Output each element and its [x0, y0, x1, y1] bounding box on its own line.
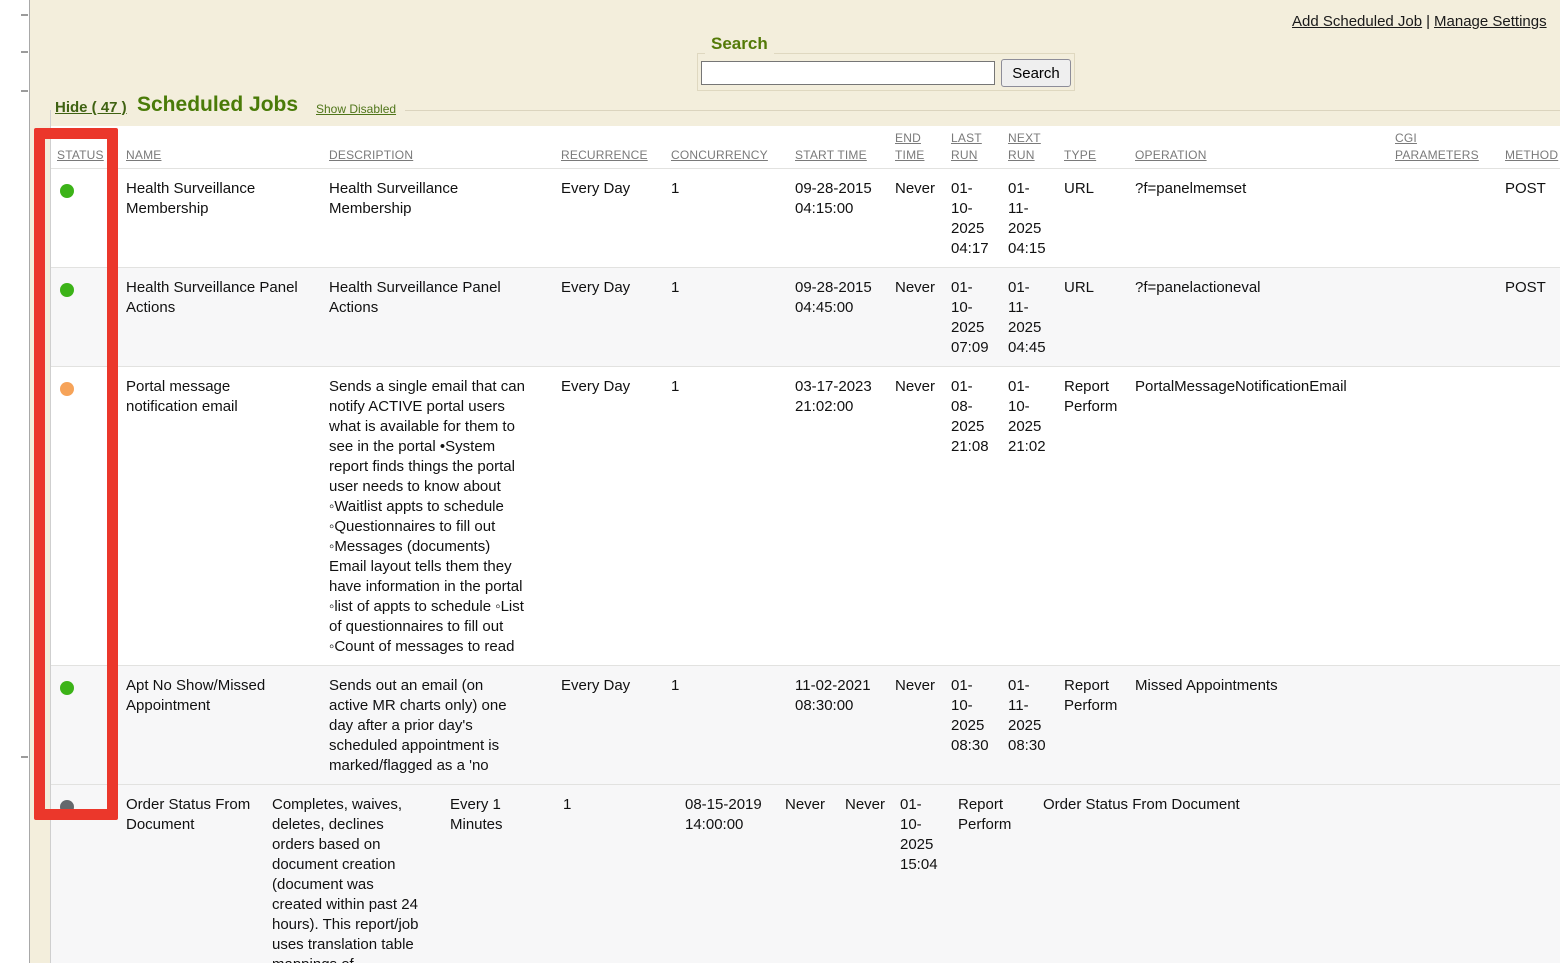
cell-last-run: 01- 08- 2025 21:08 [951, 377, 1008, 657]
header-method[interactable]: METHOD [1505, 147, 1560, 164]
status-dot-orange [60, 382, 74, 396]
cell-start-time: 03-17-2023 21:02:00 [795, 377, 895, 657]
cell-end-time: Never [895, 676, 951, 776]
cell-operation: PortalMessageNotificationEmail [1135, 377, 1395, 657]
cell-type: URL [1064, 278, 1135, 358]
cell-concurrency: 1 [563, 795, 685, 963]
splitter-tick [21, 51, 28, 53]
cell-next-run: 01- 10- 2025 15:04 [900, 795, 958, 963]
cell-concurrency: 1 [671, 676, 795, 776]
cell-end-time: Never [895, 278, 951, 358]
cell-type: Report Perform [958, 795, 1043, 963]
cell-concurrency: 1 [671, 278, 795, 358]
header-status[interactable]: STATUS [51, 147, 126, 164]
table-row: Apt No Show/Missed Appointment Sends out… [51, 665, 1560, 784]
header-end-time[interactable]: END TIME [895, 130, 951, 164]
cell-recurrence: Every Day [561, 278, 671, 358]
header-recurrence[interactable]: RECURRENCE [561, 147, 671, 164]
header-operation[interactable]: OPERATION [1135, 147, 1395, 164]
cell-recurrence: Every 1 Minutes [450, 795, 563, 963]
cell-recurrence: Every Day [561, 377, 671, 657]
header-type[interactable]: TYPE [1064, 147, 1135, 164]
cell-cgi-parameters [1395, 278, 1505, 358]
cell-end-time: Never [895, 179, 951, 259]
cell-description: Health Surveillance Panel Actions [329, 278, 561, 358]
search-input[interactable] [701, 61, 995, 85]
cell-concurrency: 1 [671, 377, 795, 657]
status-dot-green [60, 184, 74, 198]
link-separator: | [1426, 13, 1430, 30]
header-last-run[interactable]: LAST RUN [951, 130, 1008, 164]
cell-start-time: 11-02-2021 08:30:00 [795, 676, 895, 776]
cell-type: Report Perform [1064, 377, 1135, 657]
table-row: Portal message notification email Sends … [51, 366, 1560, 665]
cell-description: Completes, waives, deletes, declines ord… [272, 795, 450, 963]
cell-last-run: Never [845, 795, 900, 963]
cell-operation: ?f=panelmemset [1135, 179, 1395, 259]
cell-start-time: 09-28-2015 04:45:00 [795, 278, 895, 358]
page-title: Scheduled Jobs [137, 93, 298, 117]
table-header-row: STATUS NAME DESCRIPTION RECURRENCE CONCU… [51, 126, 1560, 168]
search-legend: Search [705, 34, 774, 54]
cell-name: Health Surveillance Membership [126, 179, 329, 259]
manage-settings-link[interactable]: Manage Settings [1434, 13, 1547, 30]
search-button[interactable]: Search [1001, 59, 1071, 87]
cell-method: POST [1505, 278, 1560, 358]
cell-method [1505, 377, 1560, 657]
top-action-links: Add Scheduled Job|Manage Settings [1292, 13, 1547, 30]
cell-last-run: 01- 10- 2025 07:09 [951, 278, 1008, 358]
cell-end-time: Never [785, 795, 845, 963]
header-name[interactable]: NAME [126, 147, 329, 164]
table-row: Health Surveillance Membership Health Su… [51, 168, 1560, 267]
table-row: Order Status From Document Completes, wa… [51, 784, 1560, 963]
cell-description: Sends out an email (on active MR charts … [329, 676, 561, 776]
header-next-run[interactable]: NEXT RUN [1008, 130, 1064, 164]
status-dot-green [60, 681, 74, 695]
cell-start-time: 09-28-2015 04:15:00 [795, 179, 895, 259]
cell-cgi-parameters [1395, 676, 1505, 776]
cell-next-run: 01- 11- 2025 04:45 [1008, 278, 1064, 358]
cell-operation: Missed Appointments [1135, 676, 1395, 776]
cell-operation: ?f=panelactioneval [1135, 278, 1395, 358]
cell-method [1505, 676, 1560, 776]
header-cgi-parameters[interactable]: CGI PARAMETERS [1395, 130, 1505, 164]
cell-name: Portal message notification email [126, 377, 329, 657]
add-scheduled-job-link[interactable]: Add Scheduled Job [1292, 13, 1422, 30]
hide-count-link[interactable]: Hide ( 47 ) [55, 99, 127, 116]
cell-method: POST [1505, 179, 1560, 259]
scheduled-jobs-table: STATUS NAME DESCRIPTION RECURRENCE CONCU… [51, 126, 1560, 963]
cell-cgi-parameters [1395, 377, 1505, 657]
cell-concurrency: 1 [671, 179, 795, 259]
cell-start-time: 08-15-2019 14:00:00 [685, 795, 785, 963]
status-dot-green [60, 283, 74, 297]
cell-name: Health Surveillance Panel Actions [126, 278, 329, 358]
header-description[interactable]: DESCRIPTION [329, 147, 561, 164]
cell-name: Order Status From Document [126, 795, 272, 963]
jobs-panel-header: Hide ( 47 ) Scheduled Jobs Show Disabled [0, 92, 1560, 120]
cell-description: Sends a single email that can notify ACT… [329, 377, 561, 657]
header-start-time[interactable]: START TIME [795, 147, 895, 164]
splitter-tick [21, 756, 28, 758]
splitter-tick [21, 14, 28, 16]
cell-cgi-parameters [1395, 179, 1505, 259]
cell-description: Health Surveillance Membership [329, 179, 561, 259]
frame-splitter[interactable] [0, 0, 30, 963]
show-disabled-link[interactable]: Show Disabled [316, 102, 396, 116]
status-dot-gray [60, 800, 74, 814]
cell-end-time: Never [895, 377, 951, 657]
cell-next-run: 01- 11- 2025 04:15 [1008, 179, 1064, 259]
cell-last-run: 01- 10- 2025 04:17 [951, 179, 1008, 259]
cell-recurrence: Every Day [561, 676, 671, 776]
cell-type: URL [1064, 179, 1135, 259]
fieldset-border-line [405, 110, 1560, 111]
header-concurrency[interactable]: CONCURRENCY [671, 147, 795, 164]
cell-next-run: 01- 11- 2025 08:30 [1008, 676, 1064, 776]
cell-next-run: 01- 10- 2025 21:02 [1008, 377, 1064, 657]
table-row: Health Surveillance Panel Actions Health… [51, 267, 1560, 366]
cell-last-run: 01- 10- 2025 08:30 [951, 676, 1008, 776]
cell-name: Apt No Show/Missed Appointment [126, 676, 329, 776]
cell-type: Report Perform [1064, 676, 1135, 776]
cell-operation: Order Status From Document [1043, 795, 1560, 963]
cell-recurrence: Every Day [561, 179, 671, 259]
